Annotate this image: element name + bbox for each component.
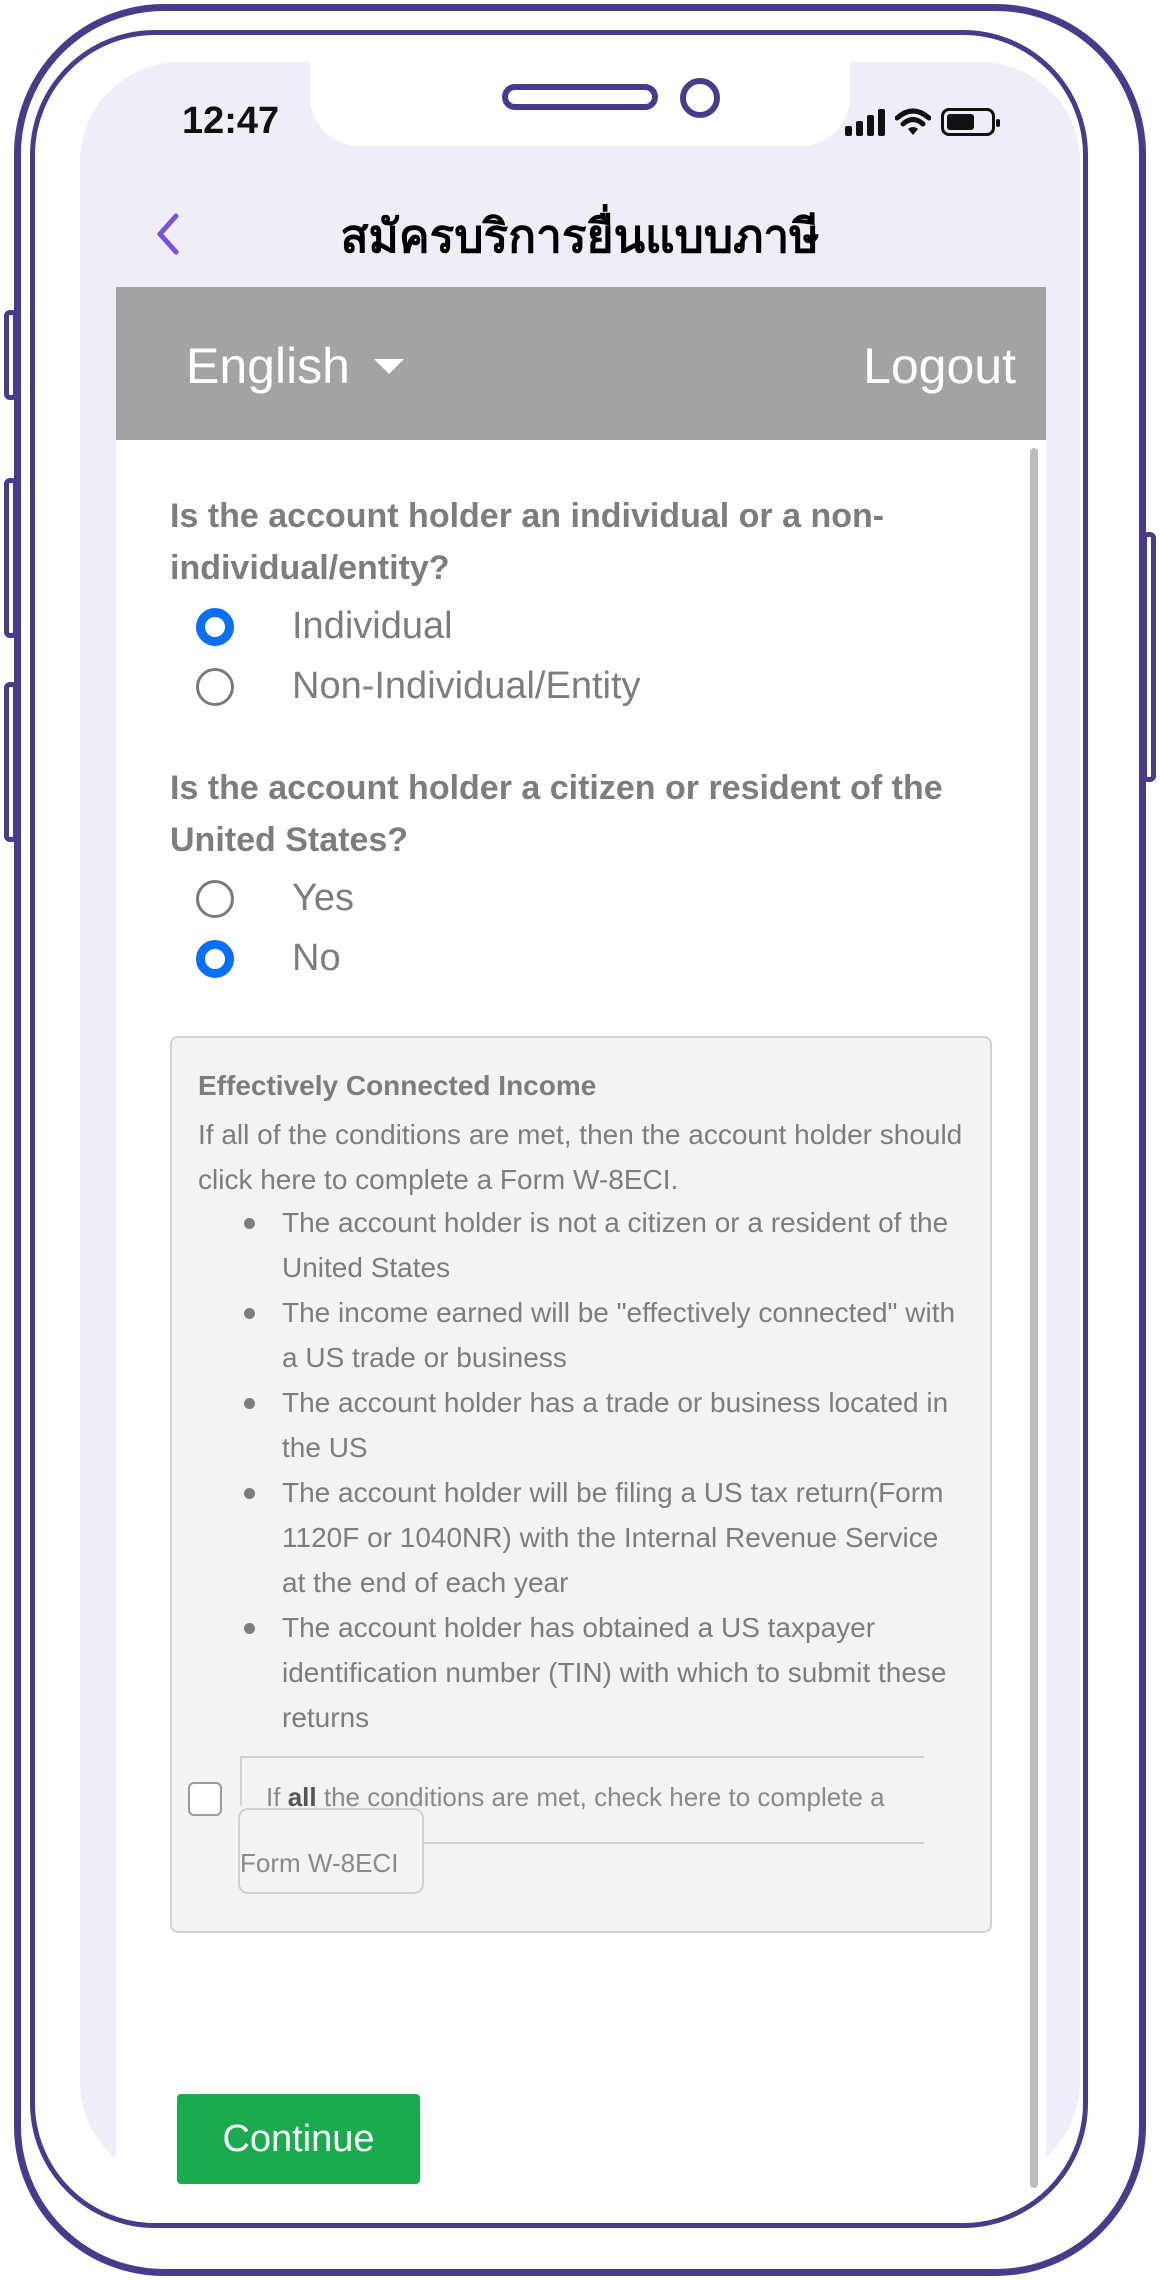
divider [240, 1756, 242, 1806]
radio-label: Non-Individual/Entity [292, 665, 641, 707]
question-entity-type: Is the account holder an individual or a… [170, 497, 885, 587]
radio-button[interactable] [196, 879, 234, 918]
list-item: The account holder has a trade or busine… [242, 1380, 962, 1470]
logout-link[interactable]: Logout [863, 337, 1016, 395]
question-us-citizen: Is the account holder a citizen or resid… [170, 769, 943, 859]
list-item: The account holder is not a citizen or a… [242, 1200, 962, 1290]
list-item: The account holder will be filing a US t… [242, 1470, 962, 1605]
page-title: สมัครบริการยื่นแบบภาษี [340, 210, 820, 262]
list-item: The income earned will be "effectively c… [242, 1290, 962, 1380]
signal-icon [845, 108, 885, 136]
radio-option-no[interactable]: No [196, 937, 341, 980]
radio-button-selected[interactable] [196, 607, 234, 646]
radio-label: Individual [292, 605, 453, 647]
eci-info-box: Effectively Connected Income If all of t… [170, 1036, 992, 1933]
language-dropdown[interactable]: English [186, 337, 404, 395]
camera-icon [680, 78, 720, 118]
radio-option-non-individual[interactable]: Non-Individual/Entity [196, 665, 641, 708]
radio-option-yes[interactable]: Yes [196, 877, 354, 920]
eci-conditions-list: The account holder is not a citizen or a… [242, 1200, 962, 1740]
power-button [1142, 532, 1156, 782]
status-time: 12:47 [182, 100, 280, 142]
wifi-icon [895, 108, 931, 135]
mute-switch [4, 310, 18, 400]
battery-icon [941, 108, 1000, 136]
back-arrow-icon[interactable] [148, 208, 188, 260]
volume-down-button [4, 682, 18, 842]
language-label: English [186, 338, 350, 394]
divider [240, 1756, 924, 1758]
speaker-icon [502, 84, 658, 110]
radio-option-individual[interactable]: Individual [196, 605, 453, 648]
eci-checkbox[interactable] [188, 1782, 222, 1816]
volume-up-button [4, 478, 18, 638]
form-w8eci-link[interactable]: Form W-8ECI [238, 1808, 424, 1894]
radio-label: Yes [292, 877, 354, 919]
status-icons [845, 108, 1000, 136]
caret-down-icon [374, 358, 404, 374]
radio-button[interactable] [196, 667, 234, 706]
list-item: The account holder has obtained a US tax… [242, 1605, 962, 1740]
radio-label: No [292, 937, 341, 979]
header-bar: English Logout [116, 287, 1046, 440]
radio-button-selected[interactable] [196, 939, 234, 978]
eci-intro: If all of the conditions are met, then t… [198, 1119, 963, 1195]
eci-title: Effectively Connected Income [198, 1070, 597, 1101]
continue-button[interactable]: Continue [177, 2094, 420, 2184]
scrollbar[interactable] [1030, 448, 1038, 2188]
